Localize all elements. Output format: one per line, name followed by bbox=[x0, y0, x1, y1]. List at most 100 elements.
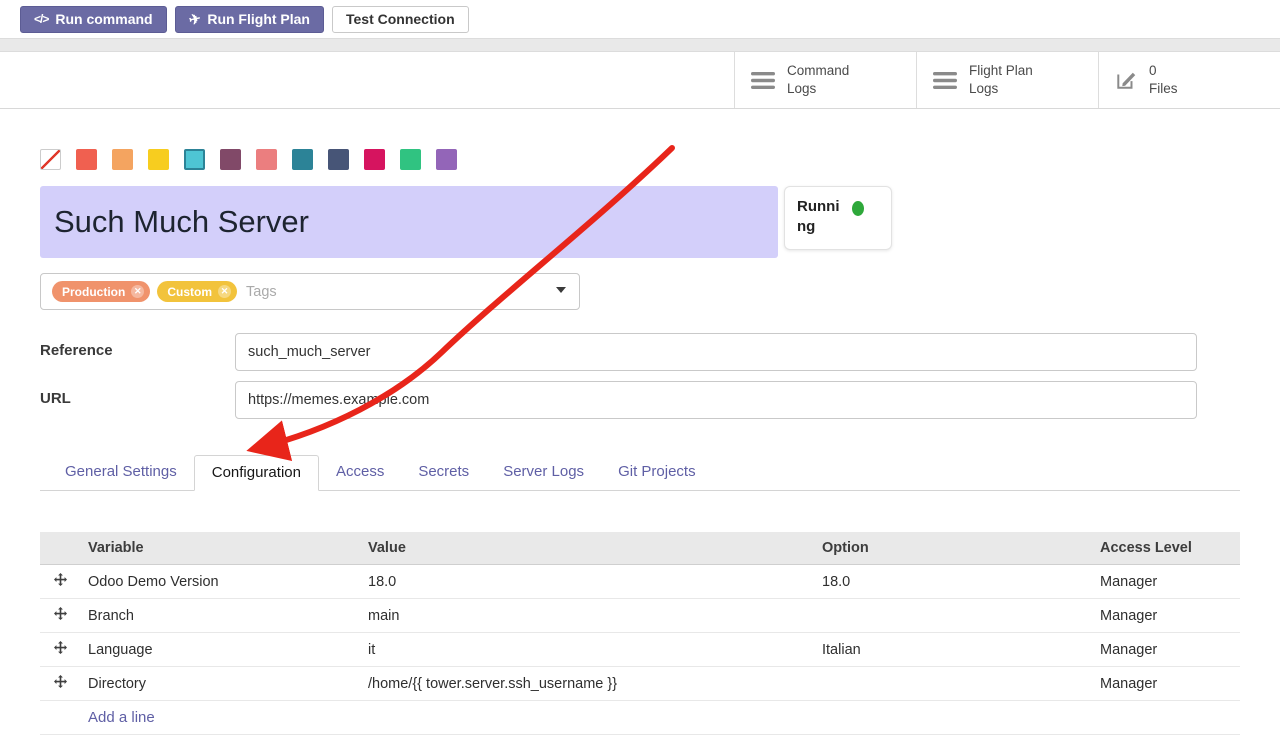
drag-handle[interactable] bbox=[40, 667, 80, 701]
tag-production-label: Production bbox=[62, 285, 125, 299]
swatch-dark-blue[interactable] bbox=[328, 149, 349, 170]
status-label: Running bbox=[797, 197, 843, 239]
cell-option[interactable]: Italian bbox=[814, 633, 1092, 667]
table-row: Directory /home/{{ tower.server.ssh_user… bbox=[40, 667, 1240, 701]
cell-value[interactable]: /home/{{ tower.server.ssh_username }} bbox=[360, 667, 814, 701]
run-command-button[interactable]: </> Run command bbox=[20, 6, 167, 33]
drag-handle[interactable] bbox=[40, 565, 80, 599]
swatch-red[interactable] bbox=[76, 149, 97, 170]
tab-server-logs[interactable]: Server Logs bbox=[486, 455, 601, 490]
column-header-value: Value bbox=[360, 532, 814, 565]
tags-placeholder: Tags bbox=[246, 284, 277, 300]
command-logs-button[interactable]: Command Logs bbox=[734, 52, 916, 108]
flight-plan-logs-label: Flight Plan Logs bbox=[969, 62, 1061, 97]
cell-option[interactable] bbox=[814, 599, 1092, 633]
cell-variable[interactable]: Directory bbox=[80, 667, 360, 701]
move-icon bbox=[54, 607, 67, 620]
files-button[interactable]: 0 Files bbox=[1098, 52, 1280, 108]
cell-value[interactable]: main bbox=[360, 599, 814, 633]
url-label: URL bbox=[40, 381, 235, 407]
swatch-fuchsia[interactable] bbox=[364, 149, 385, 170]
list-icon bbox=[751, 71, 775, 90]
cell-option[interactable]: 18.0 bbox=[814, 565, 1092, 599]
cell-access-level[interactable]: Manager bbox=[1092, 633, 1240, 667]
cell-access-level[interactable]: Manager bbox=[1092, 667, 1240, 701]
status-dot bbox=[852, 201, 864, 216]
swatch-salmon[interactable] bbox=[256, 149, 277, 170]
move-icon bbox=[54, 573, 67, 586]
url-input[interactable] bbox=[235, 381, 1197, 419]
tag-custom: Custom ✕ bbox=[157, 281, 237, 302]
drag-handle[interactable] bbox=[40, 633, 80, 667]
tag-custom-label: Custom bbox=[167, 285, 212, 299]
title-row: Such Much Server Running bbox=[40, 186, 1240, 258]
plane-icon: ✈ bbox=[187, 9, 202, 28]
chevron-down-icon[interactable] bbox=[556, 287, 566, 293]
add-line-row: Add a line bbox=[40, 701, 1240, 735]
status-button[interactable]: Running bbox=[784, 186, 892, 250]
run-flight-plan-button[interactable]: ✈ Run Flight Plan bbox=[175, 6, 324, 33]
main-content: Such Much Server Running Production ✕ Cu… bbox=[0, 149, 1280, 735]
handle-column-header bbox=[40, 532, 80, 565]
test-connection-button[interactable]: Test Connection bbox=[332, 6, 469, 33]
tag-remove-icon[interactable]: ✕ bbox=[218, 285, 231, 298]
cell-value[interactable]: it bbox=[360, 633, 814, 667]
swatch-orange[interactable] bbox=[112, 149, 133, 170]
tab-git-projects[interactable]: Git Projects bbox=[601, 455, 713, 490]
files-text: Files bbox=[1149, 81, 1178, 96]
code-icon: </> bbox=[34, 12, 48, 26]
move-icon bbox=[54, 675, 67, 688]
files-label: 0 Files bbox=[1149, 62, 1241, 97]
url-field-row: URL bbox=[40, 381, 1240, 419]
tab-access[interactable]: Access bbox=[319, 455, 401, 490]
table-row: Branch main Manager bbox=[40, 599, 1240, 633]
move-icon bbox=[54, 641, 67, 654]
list-icon bbox=[933, 71, 957, 90]
tag-remove-icon[interactable]: ✕ bbox=[131, 285, 144, 298]
tag-production: Production ✕ bbox=[52, 281, 150, 302]
add-a-line-link[interactable]: Add a line bbox=[88, 709, 155, 726]
swatch-no-color[interactable] bbox=[40, 149, 61, 170]
table-row: Language it Italian Manager bbox=[40, 633, 1240, 667]
server-name-input[interactable]: Such Much Server bbox=[40, 186, 778, 258]
run-flight-plan-label: Run Flight Plan bbox=[207, 11, 310, 27]
table-row: Odoo Demo Version 18.0 18.0 Manager bbox=[40, 565, 1240, 599]
run-command-label: Run command bbox=[55, 11, 152, 27]
command-logs-label: Command Logs bbox=[787, 62, 879, 97]
top-toolbar: </> Run command ✈ Run Flight Plan Test C… bbox=[0, 0, 1280, 38]
swatch-green[interactable] bbox=[400, 149, 421, 170]
column-header-option: Option bbox=[814, 532, 1092, 565]
files-count: 0 bbox=[1149, 63, 1157, 78]
cell-access-level[interactable]: Manager bbox=[1092, 599, 1240, 633]
separator-strip bbox=[0, 38, 1280, 52]
column-header-variable: Variable bbox=[80, 532, 360, 565]
tab-configuration[interactable]: Configuration bbox=[194, 455, 319, 491]
cell-variable[interactable]: Odoo Demo Version bbox=[80, 565, 360, 599]
swatch-teal[interactable] bbox=[292, 149, 313, 170]
swatch-yellow[interactable] bbox=[148, 149, 169, 170]
reference-field-row: Reference bbox=[40, 333, 1240, 371]
drag-handle[interactable] bbox=[40, 599, 80, 633]
edit-icon bbox=[1115, 69, 1137, 91]
flight-plan-logs-button[interactable]: Flight Plan Logs bbox=[916, 52, 1098, 108]
cell-variable[interactable]: Branch bbox=[80, 599, 360, 633]
configuration-table: Variable Value Option Access Level Odoo … bbox=[40, 532, 1240, 735]
cell-access-level[interactable]: Manager bbox=[1092, 565, 1240, 599]
cell-value[interactable]: 18.0 bbox=[360, 565, 814, 599]
tab-secrets[interactable]: Secrets bbox=[401, 455, 486, 490]
test-connection-label: Test Connection bbox=[346, 11, 455, 27]
reference-label: Reference bbox=[40, 333, 235, 359]
tags-input[interactable]: Production ✕ Custom ✕ Tags bbox=[40, 273, 580, 310]
notebook-tabs: General Settings Configuration Access Se… bbox=[40, 455, 1240, 491]
reference-input[interactable] bbox=[235, 333, 1197, 371]
swatch-cyan-selected[interactable] bbox=[184, 149, 205, 170]
swatch-dark-purple[interactable] bbox=[220, 149, 241, 170]
tab-general-settings[interactable]: General Settings bbox=[48, 455, 194, 490]
column-header-access-level: Access Level bbox=[1092, 532, 1240, 565]
stat-button-bar: Command Logs Flight Plan Logs 0 Files bbox=[0, 52, 1280, 109]
cell-variable[interactable]: Language bbox=[80, 633, 360, 667]
swatch-purple[interactable] bbox=[436, 149, 457, 170]
color-swatch-row bbox=[40, 149, 1240, 170]
table-header-row: Variable Value Option Access Level bbox=[40, 532, 1240, 565]
cell-option[interactable] bbox=[814, 667, 1092, 701]
